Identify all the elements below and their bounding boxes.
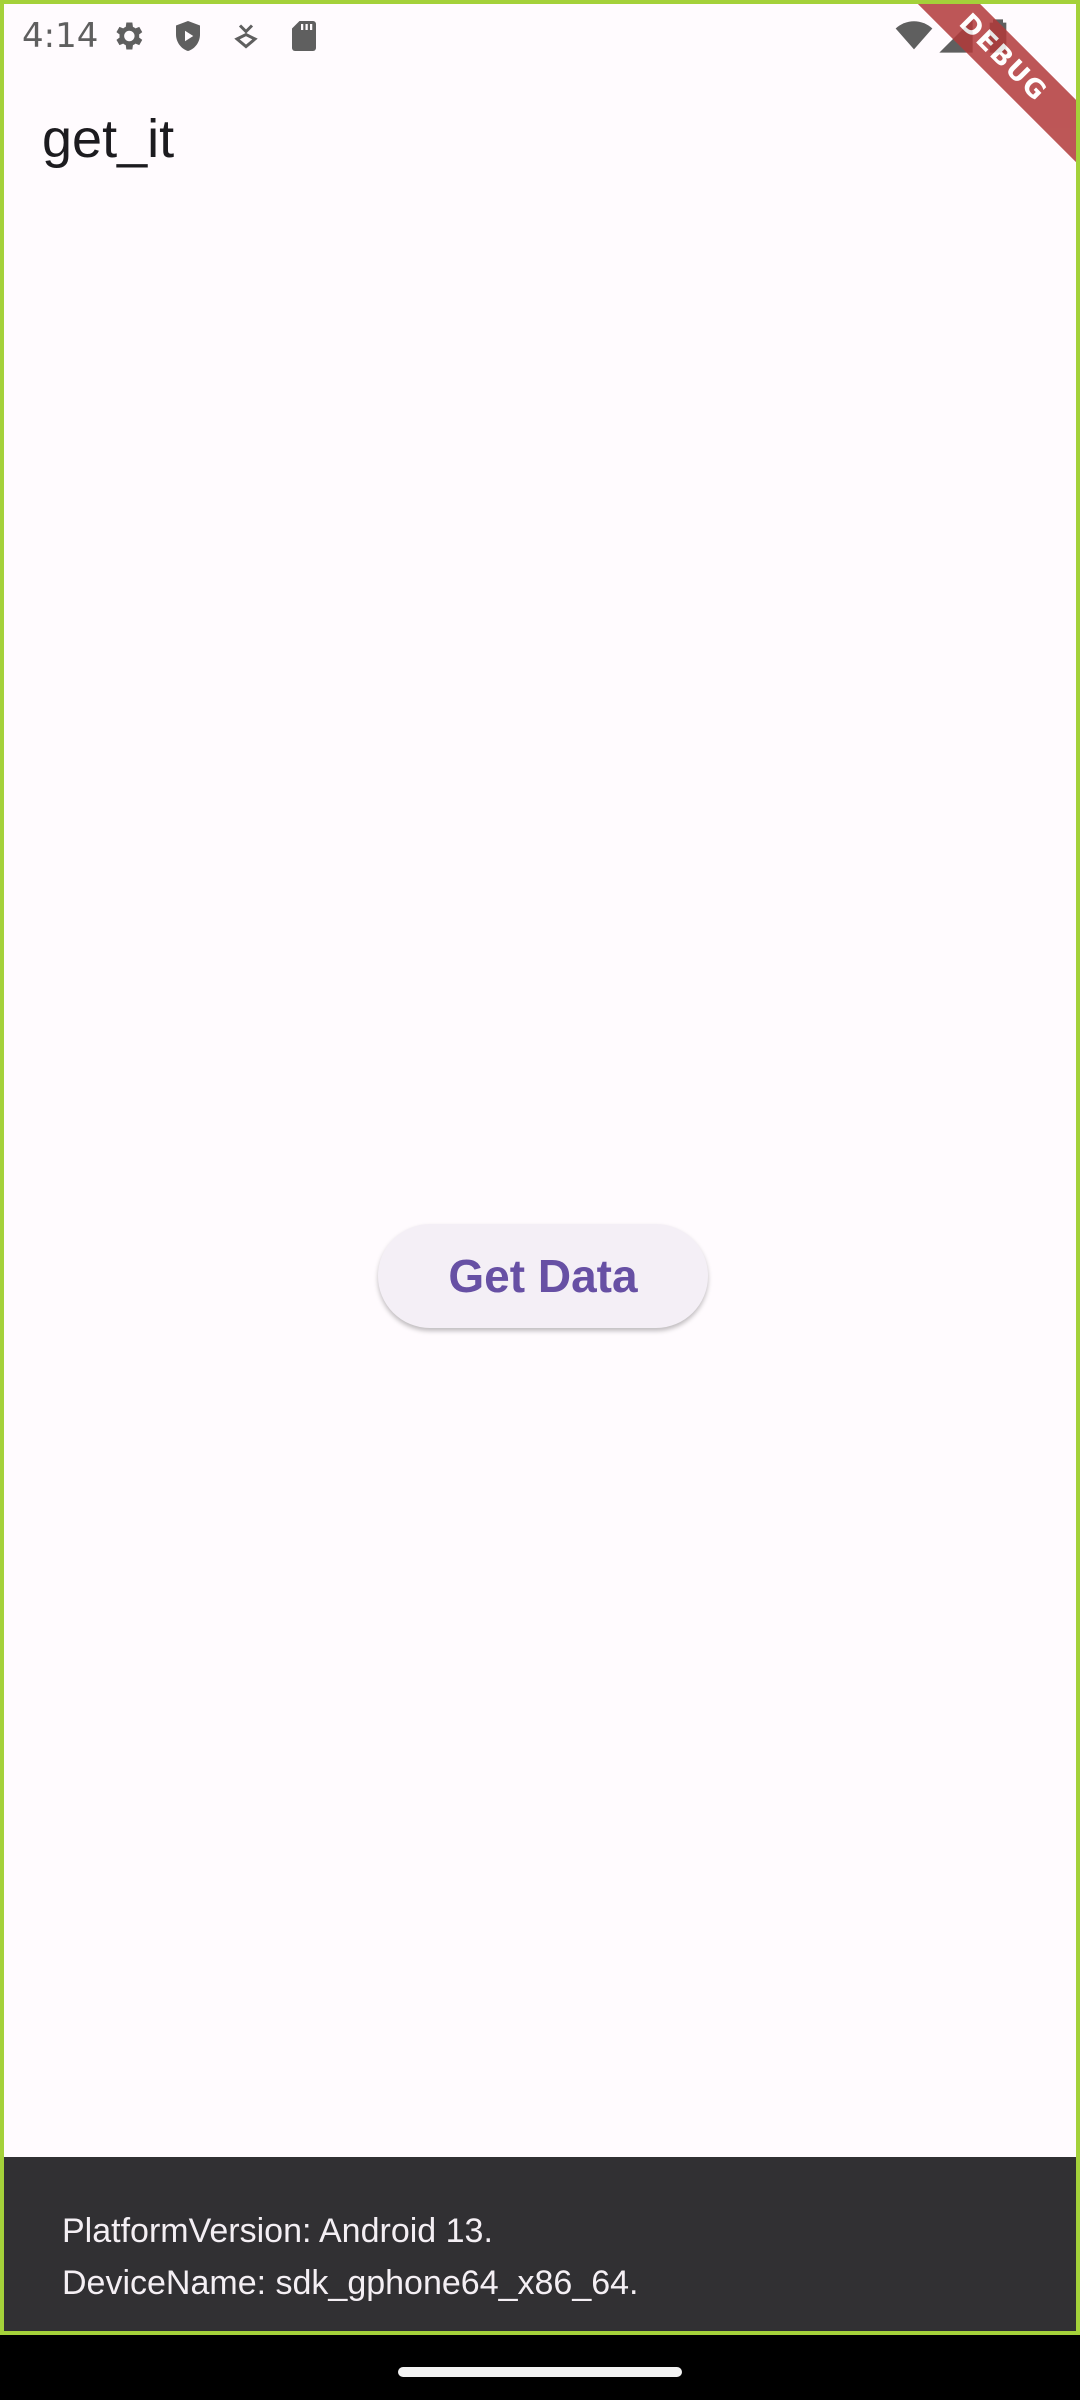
app-screen: 4:14 DEBUG get_it Get Data PlatformVersi…: [0, 0, 1080, 2335]
device-name-text: DeviceName: sdk_gphone64_x86_64.: [62, 2264, 639, 2302]
sd-card-icon: [284, 16, 324, 56]
page-title: get_it: [42, 109, 175, 169]
gear-icon: [108, 16, 148, 56]
download-badge-icon: [226, 16, 266, 56]
home-gesture-handle[interactable]: [398, 2367, 682, 2377]
status-bar: 4:14: [4, 4, 1076, 68]
snackbar: PlatformVersion: Android 13. DeviceName:…: [4, 2157, 1076, 2331]
get-data-button[interactable]: Get Data: [378, 1224, 708, 1328]
navigation-bar: [0, 2335, 1080, 2400]
wifi-icon: [894, 16, 934, 56]
shield-play-icon: [168, 16, 208, 56]
platform-version-text: PlatformVersion: Android 13.: [62, 2212, 493, 2250]
status-time: 4:14: [22, 16, 99, 56]
